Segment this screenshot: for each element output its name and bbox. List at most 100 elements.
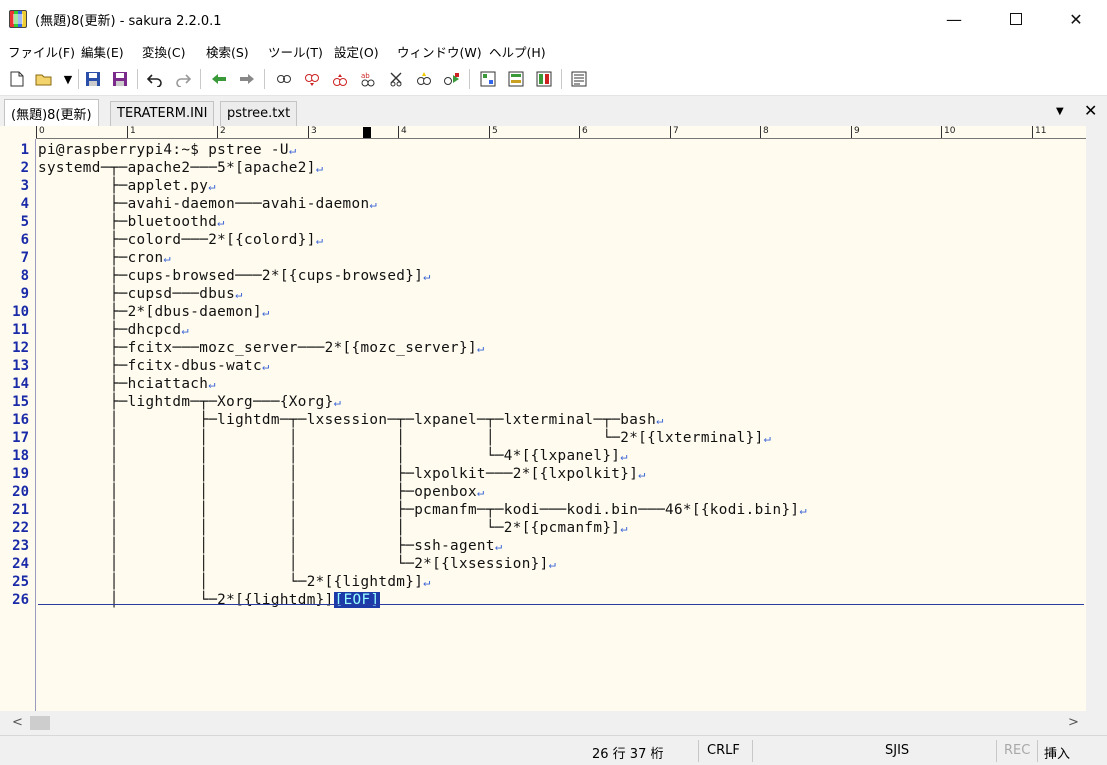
- eol-mark-icon: ↵: [494, 539, 503, 553]
- bookmark-icon[interactable]: [415, 70, 433, 88]
- ruler-label: 1: [127, 126, 136, 138]
- editor-line[interactable]: │ │ │ │ └─4*[{lxpanel}]↵: [38, 447, 628, 465]
- search-next-icon[interactable]: [303, 70, 321, 88]
- editor-line[interactable]: ├─lightdm─┬─Xorg───{Xorg}↵: [38, 393, 341, 411]
- menu-window[interactable]: ウィンドウ(W): [397, 42, 482, 61]
- line-number: 15: [12, 394, 29, 410]
- line-number: 12: [12, 340, 29, 356]
- undo-icon[interactable]: [146, 70, 164, 88]
- save-icon[interactable]: [84, 70, 102, 88]
- tab-pstree-txt[interactable]: pstree.txt: [220, 101, 298, 126]
- editor-line[interactable]: ├─hciattach↵: [38, 375, 216, 393]
- redo-icon[interactable]: [174, 70, 192, 88]
- insert-mode[interactable]: 挿入: [1044, 743, 1070, 762]
- editor-line[interactable]: ├─colord───2*[{colord}]↵: [38, 231, 323, 249]
- new-file-icon[interactable]: [8, 70, 26, 88]
- editor-line[interactable]: │ │ │ └─2*[{lxsession}]↵: [38, 555, 556, 573]
- line-ending[interactable]: CRLF: [707, 743, 740, 758]
- editor-line[interactable]: │ │ │ ├─lxpolkit───2*[{lxpolkit}]↵: [38, 465, 646, 483]
- editor-line[interactable]: │ ├─lightdm─┬─lxsession─┬─lxpanel─┬─lxte…: [38, 411, 664, 429]
- line-number: 5: [20, 214, 29, 230]
- maximize-button[interactable]: [993, 0, 1039, 38]
- line-text: ├─fcitx───mozc_server───2*[{mozc_server}…: [38, 340, 477, 356]
- ruler-label: 0: [36, 126, 45, 138]
- horizontal-scrollbar[interactable]: < >: [0, 711, 1086, 735]
- menu-file[interactable]: ファイル(F): [8, 42, 75, 61]
- editor-line[interactable]: ├─fcitx-dbus-watc↵: [38, 357, 270, 375]
- line-number: 25: [12, 574, 29, 590]
- text-content[interactable]: pi@raspberrypi4:~$ pstree -U↵ systemd─┬─a…: [38, 139, 1086, 711]
- eol-mark-icon: ↵: [620, 521, 628, 535]
- jump-back-icon[interactable]: [210, 70, 228, 88]
- editor-line[interactable]: ├─2*[dbus-daemon]↵: [38, 303, 270, 321]
- search-icon[interactable]: [275, 70, 293, 88]
- eol-mark-icon: ↵: [181, 323, 189, 337]
- line-number: 1: [20, 142, 29, 158]
- line-text: │ └─2*[{lightdm}]: [38, 592, 334, 608]
- menu-search[interactable]: 検索(S): [206, 42, 249, 61]
- tab-untitled-8[interactable]: (無題)8(更新): [4, 99, 99, 126]
- encoding[interactable]: SJIS: [885, 743, 909, 758]
- menu-tools[interactable]: ツール(T): [268, 42, 323, 61]
- vertical-scrollbar[interactable]: [1086, 126, 1107, 711]
- eol-mark-icon: ↵: [261, 359, 270, 373]
- editor-line[interactable]: ├─bluetoothd↵: [38, 213, 225, 231]
- line-text: ├─cron: [38, 250, 164, 266]
- minimize-button[interactable]: —: [931, 0, 977, 38]
- editor-line[interactable]: ├─cron↵: [38, 249, 171, 267]
- open-dropdown-icon[interactable]: ▼: [59, 70, 77, 88]
- line-number: 10: [12, 304, 29, 320]
- editor-area[interactable]: 0 1 2 3 4 5 6 7 8 9 10 11 1 2 3 4 5 6 7 8 9 10 11 1…: [0, 126, 1107, 711]
- editor-line[interactable]: ├─avahi-daemon───avahi-daemon↵: [38, 195, 377, 213]
- menu-settings[interactable]: 設定(O): [334, 42, 379, 61]
- settings-icon[interactable]: [570, 70, 588, 88]
- line-number: 23: [12, 538, 29, 554]
- minimize-icon: —: [946, 9, 962, 29]
- editor-line[interactable]: ├─dhcpcd↵: [38, 321, 189, 339]
- replace-icon[interactable]: ab: [359, 70, 377, 88]
- search-prev-icon[interactable]: [331, 70, 349, 88]
- scroll-thumb[interactable]: [30, 716, 50, 730]
- editor-line[interactable]: │ │ │ │ └─2*[{pcmanfm}]↵: [38, 519, 628, 537]
- editor-line[interactable]: ├─fcitx───mozc_server───2*[{mozc_server}…: [38, 339, 485, 357]
- line-number: 3: [20, 178, 29, 194]
- close-button[interactable]: ✕: [1053, 0, 1099, 38]
- editor-line[interactable]: ├─cupsd───dbus↵: [38, 285, 243, 303]
- editor-line[interactable]: │ │ │ ├─openbox↵: [38, 483, 485, 501]
- grep-icon[interactable]: [387, 70, 405, 88]
- open-file-icon[interactable]: [35, 70, 53, 88]
- line-text: ├─lightdm─┬─Xorg───{Xorg}: [38, 394, 334, 410]
- editor-line[interactable]: │ │ └─2*[{lightdm}]↵: [38, 573, 431, 591]
- editor-line[interactable]: ├─applet.py↵: [38, 177, 216, 195]
- line-number: 2: [20, 160, 29, 176]
- menu-help[interactable]: ヘルプ(H): [489, 42, 546, 61]
- line-text: │ │ │ │ └─4*[{lxpanel}]: [38, 448, 621, 464]
- jump-forward-icon[interactable]: [238, 70, 256, 88]
- ruler-caret-marker: [363, 127, 371, 138]
- editor-line[interactable]: │ │ │ ├─ssh-agent↵: [38, 537, 502, 555]
- scroll-right-icon[interactable]: >: [1068, 715, 1079, 730]
- sakura-app-icon[interactable]: [9, 10, 27, 28]
- mark-icon[interactable]: [443, 70, 461, 88]
- svg-text:ab: ab: [361, 72, 370, 80]
- outline-icon[interactable]: [535, 70, 553, 88]
- tab-teraterm-ini[interactable]: TERATERM.INI: [110, 101, 215, 126]
- menu-edit[interactable]: 編集(E): [81, 42, 124, 61]
- editor-line[interactable]: ├─cups-browsed───2*[{cups-browsed}]↵: [38, 267, 431, 285]
- tab-close-icon[interactable]: ✕: [1084, 101, 1097, 120]
- menu-convert[interactable]: 変換(C): [142, 42, 185, 61]
- line-number: 13: [12, 358, 29, 374]
- view-icon[interactable]: [479, 70, 497, 88]
- editor-line[interactable]: │ │ │ │ │ └─2*[{lxterminal}]↵: [38, 429, 771, 447]
- save-all-icon[interactable]: [111, 70, 129, 88]
- line-number: 9: [20, 286, 29, 302]
- tab-list-dropdown-icon[interactable]: ▼: [1056, 106, 1064, 117]
- editor-line[interactable]: │ └─2*[{lightdm}][EOF]: [38, 591, 381, 609]
- compare-icon[interactable]: [507, 70, 525, 88]
- scroll-left-icon[interactable]: <: [12, 715, 23, 730]
- line-text: │ │ └─2*[{lightdm}]: [38, 574, 424, 590]
- line-text: ├─avahi-daemon───avahi-daemon: [38, 196, 370, 212]
- editor-line[interactable]: │ │ │ ├─pcmanfm─┬─kodi───kodi.bin───46*[…: [38, 501, 807, 519]
- editor-line[interactable]: systemd─┬─apache2───5*[apache2]↵: [38, 159, 323, 177]
- editor-line[interactable]: pi@raspberrypi4:~$ pstree -U↵: [38, 141, 296, 159]
